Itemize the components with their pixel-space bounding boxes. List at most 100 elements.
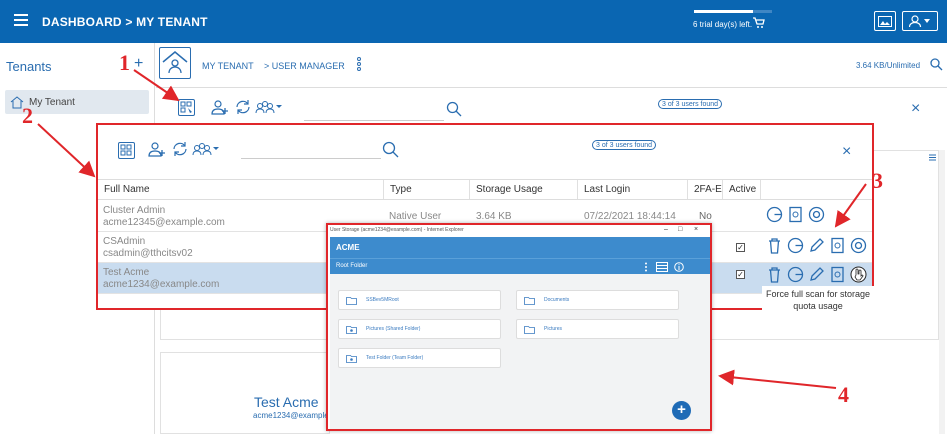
manage-users-button[interactable] <box>178 99 195 116</box>
users-found-badge: 3 of 3 users found <box>658 99 723 109</box>
add-user-icon[interactable] <box>211 99 229 115</box>
add-fab-button[interactable]: + <box>672 401 691 420</box>
more-options-icon[interactable] <box>644 262 648 272</box>
row-actions <box>766 237 867 254</box>
annotation-1: 1 <box>119 50 130 75</box>
tenants-title: Tenants <box>6 59 52 74</box>
sync-users-icon[interactable] <box>234 99 252 115</box>
column-last-login[interactable]: Last Login <box>578 180 688 199</box>
folder-tile[interactable]: Pictures (Shared Folder) <box>338 319 501 339</box>
user-manager-toolbar: 3 of 3 users found × <box>98 125 872 177</box>
breadcrumb-tenant[interactable]: MY TENANT <box>202 61 254 71</box>
column-active[interactable]: Active <box>723 180 761 199</box>
delete-icon[interactable] <box>766 266 783 283</box>
cart-icon[interactable] <box>753 17 765 29</box>
folder-label: Test Folder (Team Folder) <box>366 355 424 361</box>
storage-usage-icon[interactable] <box>787 237 804 254</box>
user-group-icon[interactable] <box>255 99 283 115</box>
storage-usage-icon[interactable] <box>787 266 804 283</box>
row-actions <box>766 266 867 283</box>
main-header: MY TENANT > USER MANAGER 3.64 KB/Unlimit… <box>156 43 947 88</box>
search-icon[interactable] <box>382 141 399 158</box>
maximize-button[interactable]: □ <box>678 226 682 233</box>
close-button[interactable]: × <box>911 100 920 118</box>
disk-icon[interactable] <box>787 206 804 223</box>
shared-folder-icon <box>346 326 357 334</box>
user-icon <box>909 15 930 27</box>
user-email: acme1234@example.com <box>103 279 220 290</box>
folder-tile[interactable]: Documents <box>516 290 679 310</box>
row-actions <box>766 206 825 223</box>
user-grid-icon <box>180 101 192 113</box>
folder-label: Pictures <box>544 326 563 332</box>
cloud-folder-icon <box>346 297 357 305</box>
tenant-home-user-icon <box>162 51 188 74</box>
grid-view-icon[interactable] <box>656 262 668 272</box>
user-full-name: Cluster Admin <box>103 205 166 216</box>
disk-icon[interactable] <box>829 266 846 283</box>
page-title: DASHBOARD > MY TENANT <box>42 15 208 29</box>
trial-progress-bar <box>694 10 772 13</box>
column-type[interactable]: Type <box>384 180 470 199</box>
annotation-2: 2 <box>22 103 33 128</box>
storage-usage-icon[interactable] <box>766 206 783 223</box>
folder-icon <box>524 326 535 334</box>
file-manager-button[interactable] <box>874 11 896 31</box>
column-storage-usage[interactable]: Storage Usage <box>470 180 578 199</box>
user-grid-icon <box>120 144 132 156</box>
add-user-icon[interactable] <box>148 141 166 157</box>
user-menu-button[interactable] <box>902 11 938 31</box>
disk-icon[interactable] <box>829 237 846 254</box>
add-tenant-button[interactable]: + <box>134 55 143 73</box>
top-bar: DASHBOARD > MY TENANT 6 trial day(s) lef… <box>0 0 947 43</box>
user-toolbar: 3 of 3 users found × <box>156 89 947 125</box>
more-options-icon[interactable] <box>357 57 361 71</box>
close-button[interactable]: × <box>842 143 851 161</box>
sync-users-icon[interactable] <box>171 141 189 157</box>
folder-list: SSBev5MRoot Documents Pictures (Shared F… <box>330 274 710 429</box>
search-icon[interactable] <box>446 101 462 117</box>
user-full-name: Test Acme <box>103 267 150 278</box>
sidebar-item-label: My Tenant <box>29 96 75 108</box>
minimize-button[interactable]: – <box>664 226 668 233</box>
trial-days-text: 6 trial day(s) left. <box>693 20 753 29</box>
list-view-icon[interactable] <box>929 152 936 161</box>
user-card-name: Test Acme <box>254 394 319 410</box>
column-2fa[interactable]: 2FA-E <box>688 180 723 199</box>
folder-icon <box>524 297 535 305</box>
delete-icon[interactable] <box>766 237 783 254</box>
user-email: acme12345@example.com <box>103 217 225 228</box>
folder-label: SSBev5MRoot <box>366 297 399 303</box>
folder-tile[interactable]: Pictures <box>516 319 679 339</box>
folder-tile[interactable]: SSBev5MRoot <box>338 290 501 310</box>
folder-label: Documents <box>544 297 570 303</box>
scrollbar[interactable] <box>939 150 945 434</box>
power-icon[interactable] <box>850 237 867 254</box>
power-icon[interactable] <box>808 206 825 223</box>
active-checkbox[interactable]: ✓ <box>736 270 745 279</box>
tenant-avatar[interactable] <box>159 47 191 79</box>
annotation-4: 4 <box>838 382 849 407</box>
edit-icon[interactable] <box>808 237 825 254</box>
column-full-name[interactable]: Full Name <box>98 180 384 199</box>
folder-toolbar: Root Folder <box>330 258 710 274</box>
user-card[interactable] <box>160 352 330 434</box>
user-type: Native User <box>389 211 442 222</box>
annotation-arrow-4 <box>718 369 837 389</box>
annotation-3: 3 <box>872 168 883 193</box>
user-group-icon[interactable] <box>192 141 220 157</box>
search-icon[interactable] <box>930 58 943 71</box>
window-close-button[interactable]: × <box>694 226 698 233</box>
storage-usage-text: 3.64 KB/Unlimited <box>856 61 921 70</box>
user-search-input[interactable] <box>304 120 444 121</box>
user-search-input[interactable] <box>241 158 381 159</box>
folder-image-icon <box>878 15 892 27</box>
breadcrumb-user-manager[interactable]: > USER MANAGER <box>264 61 345 71</box>
active-checkbox[interactable]: ✓ <box>736 243 745 252</box>
folder-tile[interactable]: Test Folder (Team Folder) <box>338 348 501 368</box>
manage-users-button[interactable] <box>118 142 135 159</box>
edit-icon[interactable] <box>808 266 825 283</box>
hand-pointer-icon[interactable] <box>850 266 867 283</box>
info-icon[interactable] <box>674 262 684 272</box>
hamburger-menu-icon[interactable] <box>14 14 28 26</box>
